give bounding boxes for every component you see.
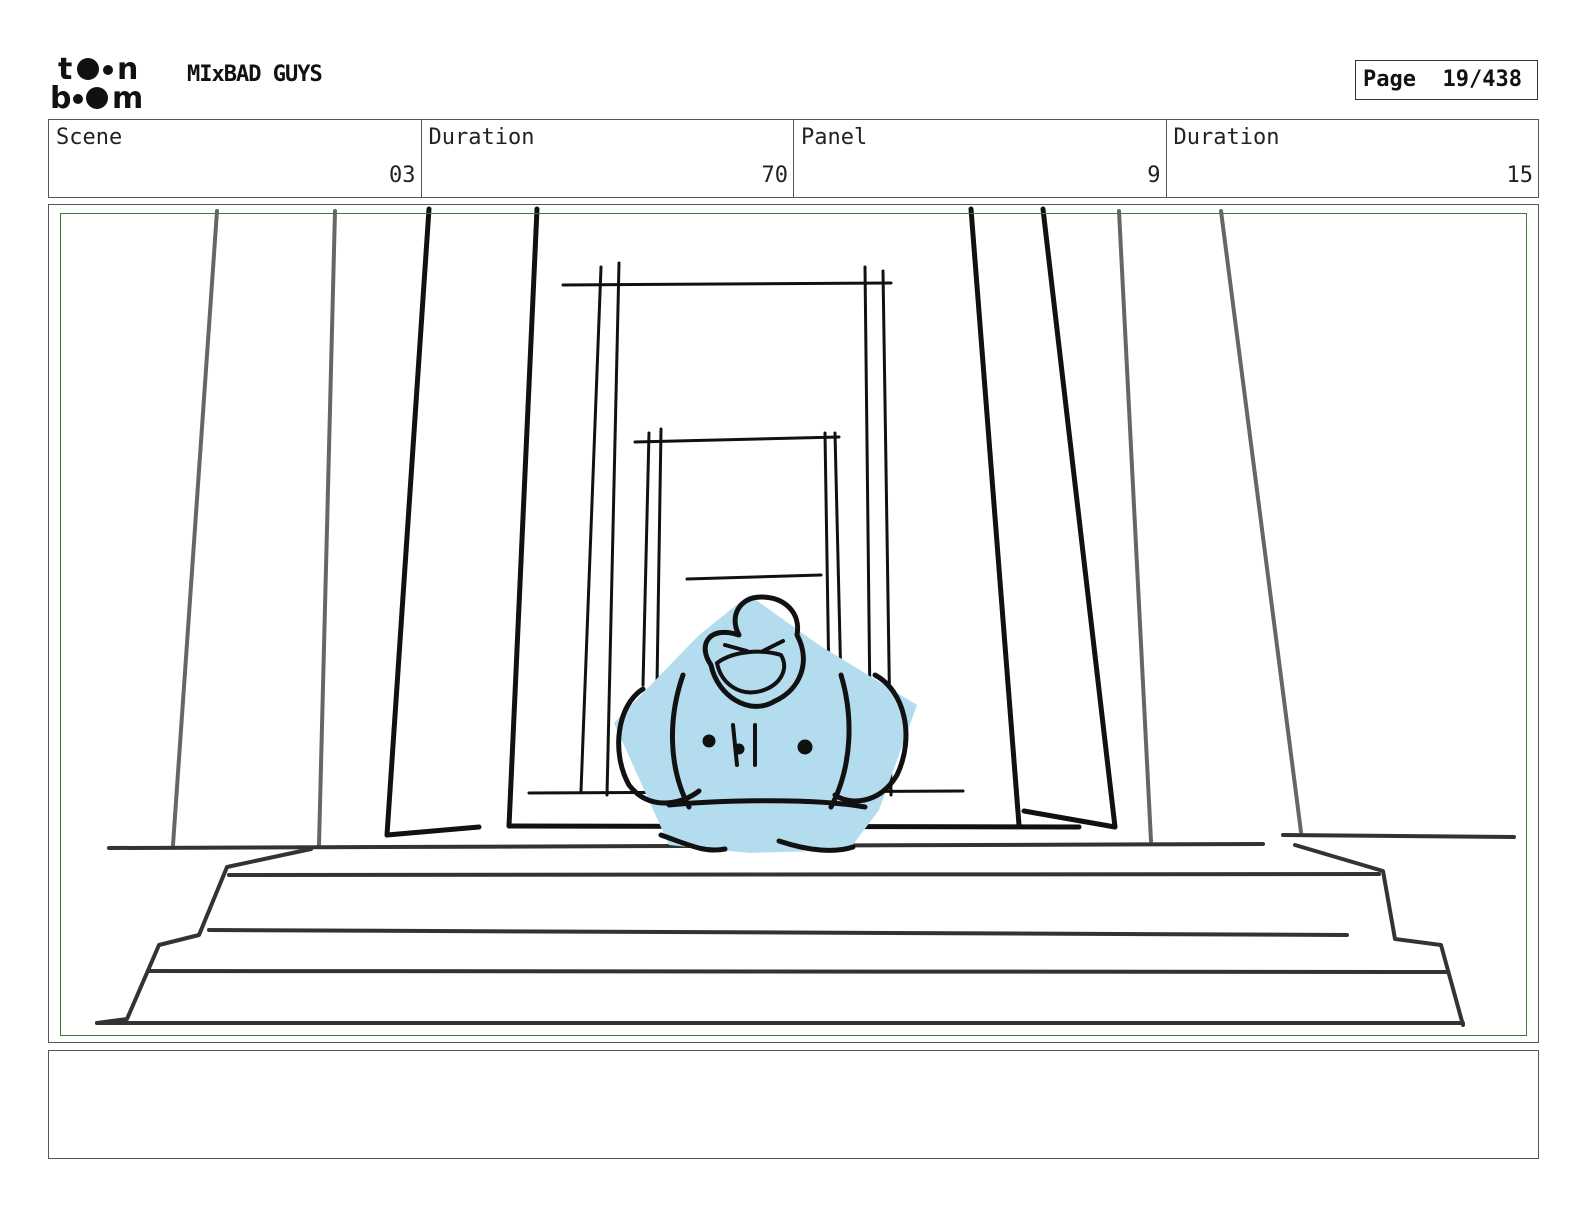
panel-cell: Panel 9: [794, 120, 1167, 197]
panel-duration-label: Duration: [1173, 125, 1280, 150]
scene-value: 03: [389, 163, 416, 188]
scene-label: Scene: [56, 125, 123, 150]
scene-duration-cell: Duration 70: [422, 120, 794, 197]
scene-duration-label: Duration: [428, 125, 535, 150]
toon-boom-logo: t n b m: [50, 52, 164, 116]
page-label: Page: [1363, 67, 1416, 92]
panel-caption-box: [48, 1050, 1539, 1159]
svg-text:b: b: [50, 81, 71, 110]
storyboard-panel: [48, 204, 1539, 1043]
svg-text:m: m: [112, 81, 143, 110]
panel-value: 9: [1147, 163, 1161, 188]
page-indicator: Page 19/438: [1355, 60, 1538, 100]
scene-cell: Scene 03: [49, 120, 422, 197]
project-title: MIxBAD GUYS: [187, 62, 323, 87]
panel-duration-value: 15: [1506, 163, 1534, 188]
safe-area-border: [60, 213, 1527, 1036]
page-number: 19/438: [1442, 67, 1522, 92]
scene-duration-value: 70: [761, 163, 789, 188]
scene-info-row: Scene 03 Duration 70 Panel 9 Duration 15: [48, 119, 1539, 198]
panel-label: Panel: [801, 125, 868, 150]
panel-duration-cell: Duration 15: [1167, 120, 1539, 197]
